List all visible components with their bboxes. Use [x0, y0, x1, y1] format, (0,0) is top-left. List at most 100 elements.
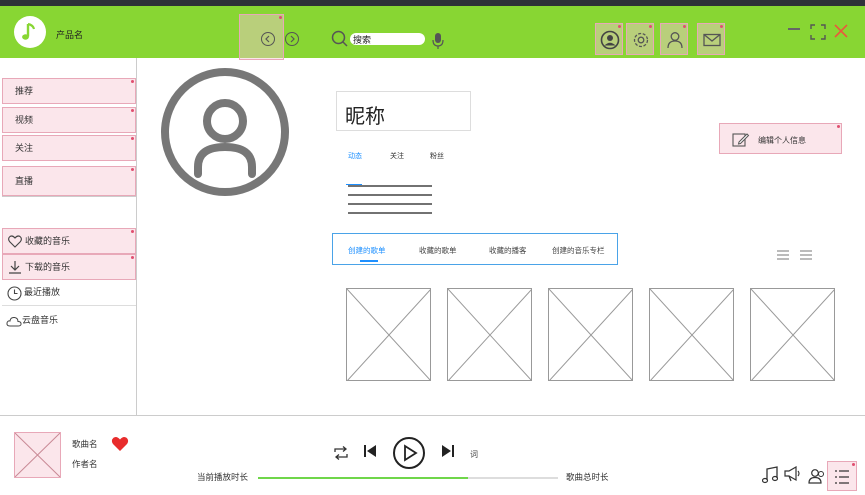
- annotation-marker: [837, 125, 840, 128]
- sidebar-item-favorites[interactable]: 收藏的音乐: [2, 228, 136, 254]
- sidebar-item-recommend[interactable]: 推荐: [2, 78, 136, 104]
- active-tab-indicator: [360, 260, 378, 262]
- annotation-marker: [683, 25, 686, 28]
- playlist-icon: [835, 470, 849, 484]
- sidebar-item-live[interactable]: 直播: [2, 166, 136, 196]
- image-placeholder-icon: [448, 289, 532, 381]
- annotation-marker: [131, 256, 134, 259]
- play-button[interactable]: [392, 436, 426, 470]
- microphone-icon[interactable]: [432, 32, 444, 50]
- friends-icon[interactable]: [808, 468, 826, 484]
- user-circle-icon: [600, 30, 620, 50]
- history-nav-group: [239, 14, 299, 60]
- profile-info-placeholder: [348, 185, 432, 214]
- lyrics-button[interactable]: 词: [470, 449, 478, 460]
- account-button[interactable]: [660, 23, 688, 55]
- playlist-tabs: 创建的歌单 收藏的歌单 收藏的播客 创建的音乐专栏: [332, 233, 618, 265]
- nickname-box: 昵称: [336, 91, 471, 131]
- tab-followers[interactable]: 粉丝: [430, 151, 444, 161]
- annotation-marker: [852, 463, 855, 466]
- sidebar-item-label: 收藏的音乐: [25, 237, 71, 247]
- list-view-icon[interactable]: [777, 250, 789, 260]
- search-input[interactable]: [350, 33, 425, 45]
- cloud-icon: [6, 316, 22, 327]
- player-bar: 歌曲名 作者名 词 当前播放时长 歌曲总时长: [0, 415, 865, 495]
- product-name: 产品名: [56, 31, 84, 41]
- sidebar-item-label: 关注: [15, 144, 34, 154]
- minimize-button[interactable]: [788, 28, 800, 30]
- sidebar-item-cloud[interactable]: 云盘音乐: [2, 308, 136, 334]
- playlist-button[interactable]: [827, 461, 857, 491]
- image-placeholder-icon: [347, 289, 431, 381]
- sidebar-item-downloads[interactable]: 下载的音乐: [2, 254, 136, 280]
- like-heart-icon[interactable]: [111, 436, 129, 452]
- tab-activity[interactable]: 动态: [348, 151, 362, 161]
- artist-name[interactable]: 作者名: [72, 458, 98, 470]
- sidebar-item-video[interactable]: 视频: [2, 107, 136, 133]
- playlist-cover[interactable]: [447, 288, 532, 381]
- sidebar: 推荐 视频 关注 直播 收藏的音乐 下载的音乐 最近播放 云盘音乐: [0, 58, 137, 415]
- current-time: 当前播放时长: [197, 473, 249, 483]
- annotation-marker: [131, 168, 134, 171]
- now-playing-cover[interactable]: [14, 432, 61, 478]
- settings-button[interactable]: [626, 23, 654, 55]
- sidebar-item-label: 推荐: [15, 87, 34, 97]
- sidebar-item-recent[interactable]: 最近播放: [2, 280, 136, 306]
- header-bar: 产品名: [0, 6, 865, 60]
- grid-view-icon[interactable]: [800, 250, 812, 260]
- close-button[interactable]: [833, 23, 849, 39]
- user-avatar-icon[interactable]: [160, 67, 290, 197]
- main-content: 昵称 编辑个人信息 动态 关注 粉丝 创建的歌单 收藏的歌单 收藏的播客 创建的…: [137, 58, 865, 415]
- next-track-icon[interactable]: [441, 444, 455, 458]
- user-profile-button[interactable]: [595, 23, 623, 55]
- mail-icon: [703, 33, 721, 47]
- annotation-marker: [131, 230, 134, 233]
- playlist-cover[interactable]: [548, 288, 633, 381]
- annotation-marker: [649, 25, 652, 28]
- search-icon[interactable]: [331, 30, 349, 48]
- messages-button[interactable]: [697, 23, 725, 55]
- tab-collected-playlists[interactable]: 收藏的歌单: [419, 245, 457, 256]
- playlist-cover[interactable]: [346, 288, 431, 381]
- sidebar-item-label: 下载的音乐: [25, 263, 71, 273]
- clock-icon: [7, 286, 22, 301]
- gear-icon: [633, 32, 649, 48]
- annotation-marker: [131, 80, 134, 83]
- annotation-marker: [279, 16, 282, 19]
- annotation-marker: [720, 25, 723, 28]
- megaphone-icon[interactable]: [784, 466, 802, 482]
- download-icon: [9, 261, 21, 274]
- music-notes-icon[interactable]: [762, 466, 778, 484]
- fullscreen-button[interactable]: [810, 24, 826, 40]
- heart-outline-icon: [8, 235, 22, 248]
- edit-icon: [732, 133, 750, 147]
- repeat-icon[interactable]: [333, 446, 349, 460]
- previous-track-icon[interactable]: [363, 444, 377, 458]
- sidebar-item-label: 直播: [15, 177, 34, 187]
- sidebar-item-follow[interactable]: 关注: [2, 135, 136, 161]
- tab-created-playlists[interactable]: 创建的歌单: [348, 245, 386, 256]
- music-note-icon: [22, 22, 36, 40]
- tab-collected-podcasts[interactable]: 收藏的播客: [489, 245, 527, 256]
- image-placeholder-icon: [650, 289, 734, 381]
- sidebar-divider: [2, 196, 136, 197]
- app-logo[interactable]: [14, 16, 46, 48]
- user-outline-icon: [667, 32, 683, 49]
- progress-bar[interactable]: [258, 477, 558, 479]
- image-placeholder-icon: [751, 289, 835, 381]
- tab-created-columns[interactable]: 创建的音乐专栏: [552, 245, 605, 256]
- annotation-marker: [131, 137, 134, 140]
- sidebar-item-label: 云盘音乐: [22, 316, 59, 326]
- sidebar-item-label: 最近播放: [24, 288, 61, 298]
- back-button[interactable]: [261, 32, 275, 46]
- edit-profile-label: 编辑个人信息: [758, 136, 806, 145]
- tab-following[interactable]: 关注: [390, 151, 404, 161]
- image-placeholder-icon: [549, 289, 633, 381]
- playlist-cover[interactable]: [750, 288, 835, 381]
- edit-profile-button[interactable]: 编辑个人信息: [719, 123, 842, 154]
- playlist-cover[interactable]: [649, 288, 734, 381]
- forward-button[interactable]: [285, 32, 299, 46]
- song-name[interactable]: 歌曲名: [72, 438, 98, 450]
- chevron-right-icon: [290, 35, 295, 43]
- chevron-left-icon: [265, 35, 270, 43]
